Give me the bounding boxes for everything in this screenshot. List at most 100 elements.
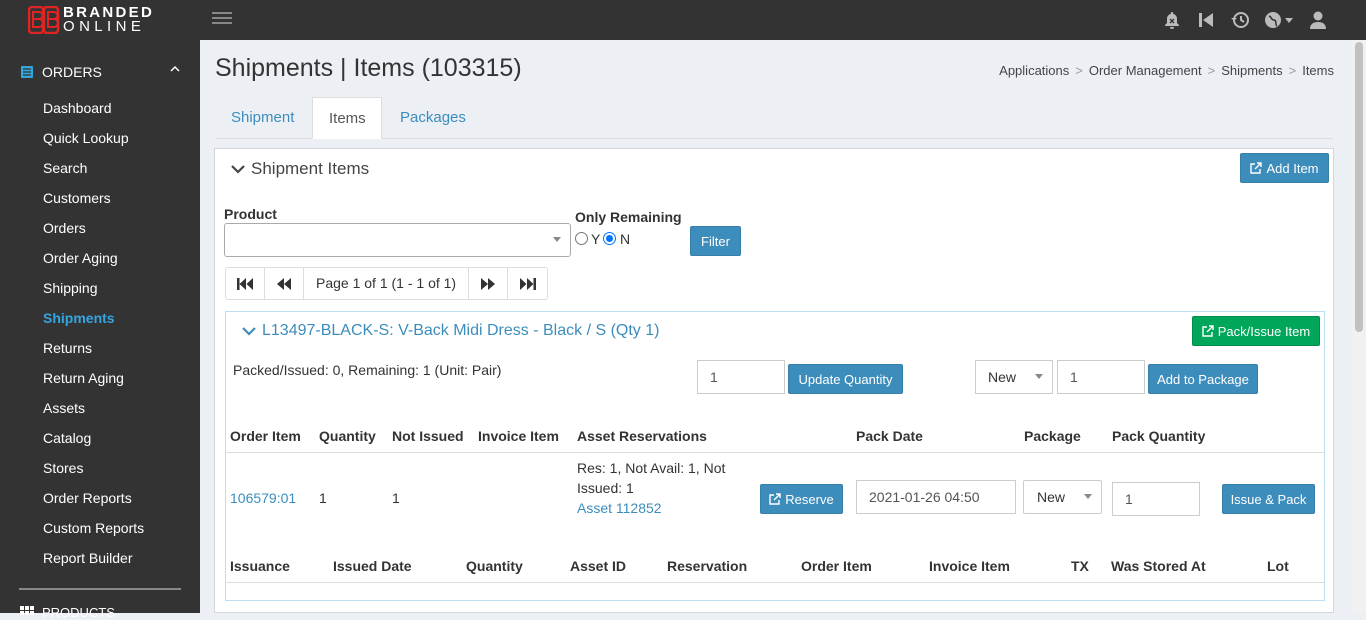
breadcrumb-order-management[interactable]: Order Management	[1089, 63, 1202, 78]
row-not-issued: 1	[392, 490, 400, 506]
order-item-link[interactable]: 106579:01	[230, 490, 296, 506]
col-asset-id: Asset ID	[570, 558, 627, 574]
tab-shipment[interactable]: Shipment	[215, 97, 310, 139]
item-panel: L13497-BLACK-S: V-Back Midi Dress - Blac…	[225, 311, 1325, 601]
update-quantity-button[interactable]: Update Quantity	[788, 364, 903, 394]
row-reservation-line2: Issued: 1	[577, 480, 634, 496]
menu-toggle-icon[interactable]	[212, 12, 232, 28]
panel-title-text: Shipment Items	[251, 159, 370, 178]
add-item-button[interactable]: Add Item	[1240, 153, 1329, 183]
col-order-item: Order Item	[230, 428, 301, 444]
sidebar-item-shipping[interactable]: Shipping	[43, 279, 98, 297]
globe-icon[interactable]	[1262, 8, 1296, 32]
external-link-icon	[1202, 325, 1214, 337]
sidebar-item-quick-lookup[interactable]: Quick Lookup	[43, 129, 129, 147]
sidebar-item-assets[interactable]: Assets	[43, 399, 85, 417]
brand-line2: ONLINE	[63, 18, 146, 35]
col-invoice-item: Invoice Item	[478, 428, 559, 444]
brand-logo[interactable]: BRANDED ONLINE	[28, 5, 168, 35]
sidebar-item-dashboard[interactable]: Dashboard	[43, 99, 112, 117]
product-label: Product	[224, 206, 277, 222]
package-quantity-input[interactable]: 1	[1057, 360, 1145, 394]
sidebar-item-order-aging[interactable]: Order Aging	[43, 249, 118, 267]
pack-date-input[interactable]: 2021-01-26 04:50	[856, 480, 1016, 514]
only-remaining-y-radio[interactable]	[575, 232, 588, 245]
tab-bar: Shipment Items Packages	[215, 97, 1333, 139]
last-page-icon[interactable]	[508, 268, 547, 299]
pack-issue-item-button[interactable]: Pack/Issue Item	[1192, 316, 1320, 346]
item-title[interactable]: L13497-BLACK-S: V-Back Midi Dress - Blac…	[242, 322, 659, 340]
breadcrumb: Applications > Order Management > Shipment…	[999, 63, 1334, 78]
sidebar-item-orders[interactable]: Orders	[43, 219, 86, 237]
sidebar: ORDERS Dashboard Quick Lookup Search Cus…	[0, 40, 200, 620]
package-select-value: New	[988, 369, 1017, 385]
sidebar-item-shipments[interactable]: Shipments	[43, 309, 115, 327]
col-not-issued: Not Issued	[392, 428, 464, 444]
only-remaining-n-label: N	[620, 231, 631, 247]
breadcrumb-items: Items	[1302, 63, 1334, 78]
tab-packages[interactable]: Packages	[384, 97, 482, 139]
col-package: Package	[1024, 428, 1081, 444]
chevron-up-icon	[170, 65, 180, 72]
row-quantity: 1	[319, 490, 327, 506]
col-issued-date: Issued Date	[333, 558, 412, 574]
user-icon[interactable]	[1306, 8, 1330, 32]
main-content: Shipments | Items (103315) Applications >…	[200, 40, 1352, 613]
top-bar: BRANDED ONLINE	[0, 0, 1366, 40]
col-was-stored-at: Was Stored At	[1111, 558, 1206, 574]
caret-down-icon	[1035, 374, 1043, 379]
pack-quantity-input[interactable]: 1	[1112, 482, 1200, 516]
sidebar-section-orders[interactable]: ORDERS	[20, 62, 190, 82]
panel-title[interactable]: Shipment Items	[231, 159, 369, 179]
package-select[interactable]: New	[975, 360, 1053, 394]
filter-button[interactable]: Filter	[690, 226, 741, 256]
sidebar-item-search[interactable]: Search	[43, 159, 87, 177]
col-asset-reservations: Asset Reservations	[577, 428, 707, 444]
sidebar-item-report-builder[interactable]: Report Builder	[43, 549, 133, 567]
col-pack-quantity: Pack Quantity	[1112, 428, 1206, 444]
sidebar-item-customers[interactable]: Customers	[43, 189, 111, 207]
issue-pack-button[interactable]: Issue & Pack	[1222, 484, 1315, 514]
chevron-down-icon	[242, 327, 256, 336]
previous-page-icon[interactable]	[265, 268, 304, 299]
tab-items[interactable]: Items	[312, 97, 382, 139]
row-package-select[interactable]: New	[1023, 480, 1102, 514]
sidebar-section-label: ORDERS	[42, 64, 102, 80]
external-link-icon	[769, 493, 781, 505]
col-tx: TX	[1071, 558, 1089, 574]
sidebar-divider	[19, 588, 181, 590]
sidebar-item-order-reports[interactable]: Order Reports	[43, 489, 132, 507]
quantity-input[interactable]: 1	[697, 360, 785, 394]
col-reservation: Reservation	[667, 558, 748, 574]
vertical-scrollbar[interactable]	[1352, 40, 1366, 613]
only-remaining-n-radio[interactable]	[603, 232, 616, 245]
col-pack-date: Pack Date	[856, 428, 923, 444]
next-page-icon[interactable]	[469, 268, 509, 299]
back-to-start-icon[interactable]	[1194, 8, 1218, 32]
reserve-button[interactable]: Reserve	[760, 484, 843, 514]
bell-icon[interactable]	[1160, 8, 1184, 32]
col-lot: Lot	[1267, 558, 1289, 574]
scrollbar-thumb[interactable]	[1355, 42, 1363, 332]
top-icons	[1160, 8, 1330, 32]
row-reservation-line1: Res: 1, Not Avail: 1, Not	[577, 460, 726, 476]
item-status-text: Packed/Issued: 0, Remaining: 1 (Unit: Pa…	[233, 362, 502, 378]
col-issuance: Issuance	[230, 558, 290, 574]
sidebar-item-stores[interactable]: Stores	[43, 459, 83, 477]
sidebar-item-custom-reports[interactable]: Custom Reports	[43, 519, 144, 537]
product-select[interactable]	[224, 223, 571, 257]
sidebar-item-catalog[interactable]: Catalog	[43, 429, 91, 447]
col-issuance-quantity: Quantity	[466, 558, 523, 574]
caret-down-icon	[553, 237, 561, 242]
breadcrumb-shipments[interactable]: Shipments	[1221, 63, 1282, 78]
sidebar-item-return-aging[interactable]: Return Aging	[43, 369, 124, 387]
history-icon[interactable]	[1228, 8, 1252, 32]
breadcrumb-applications[interactable]: Applications	[999, 63, 1069, 78]
col-issuance-order-item: Order Item	[801, 558, 872, 574]
asset-link[interactable]: Asset 112852	[577, 500, 662, 516]
first-page-icon[interactable]	[226, 268, 265, 299]
pagination: Page 1 of 1 (1 - 1 of 1)	[225, 267, 549, 300]
add-to-package-button[interactable]: Add to Package	[1148, 364, 1258, 394]
external-link-icon	[1250, 162, 1263, 174]
sidebar-item-returns[interactable]: Returns	[43, 339, 92, 357]
